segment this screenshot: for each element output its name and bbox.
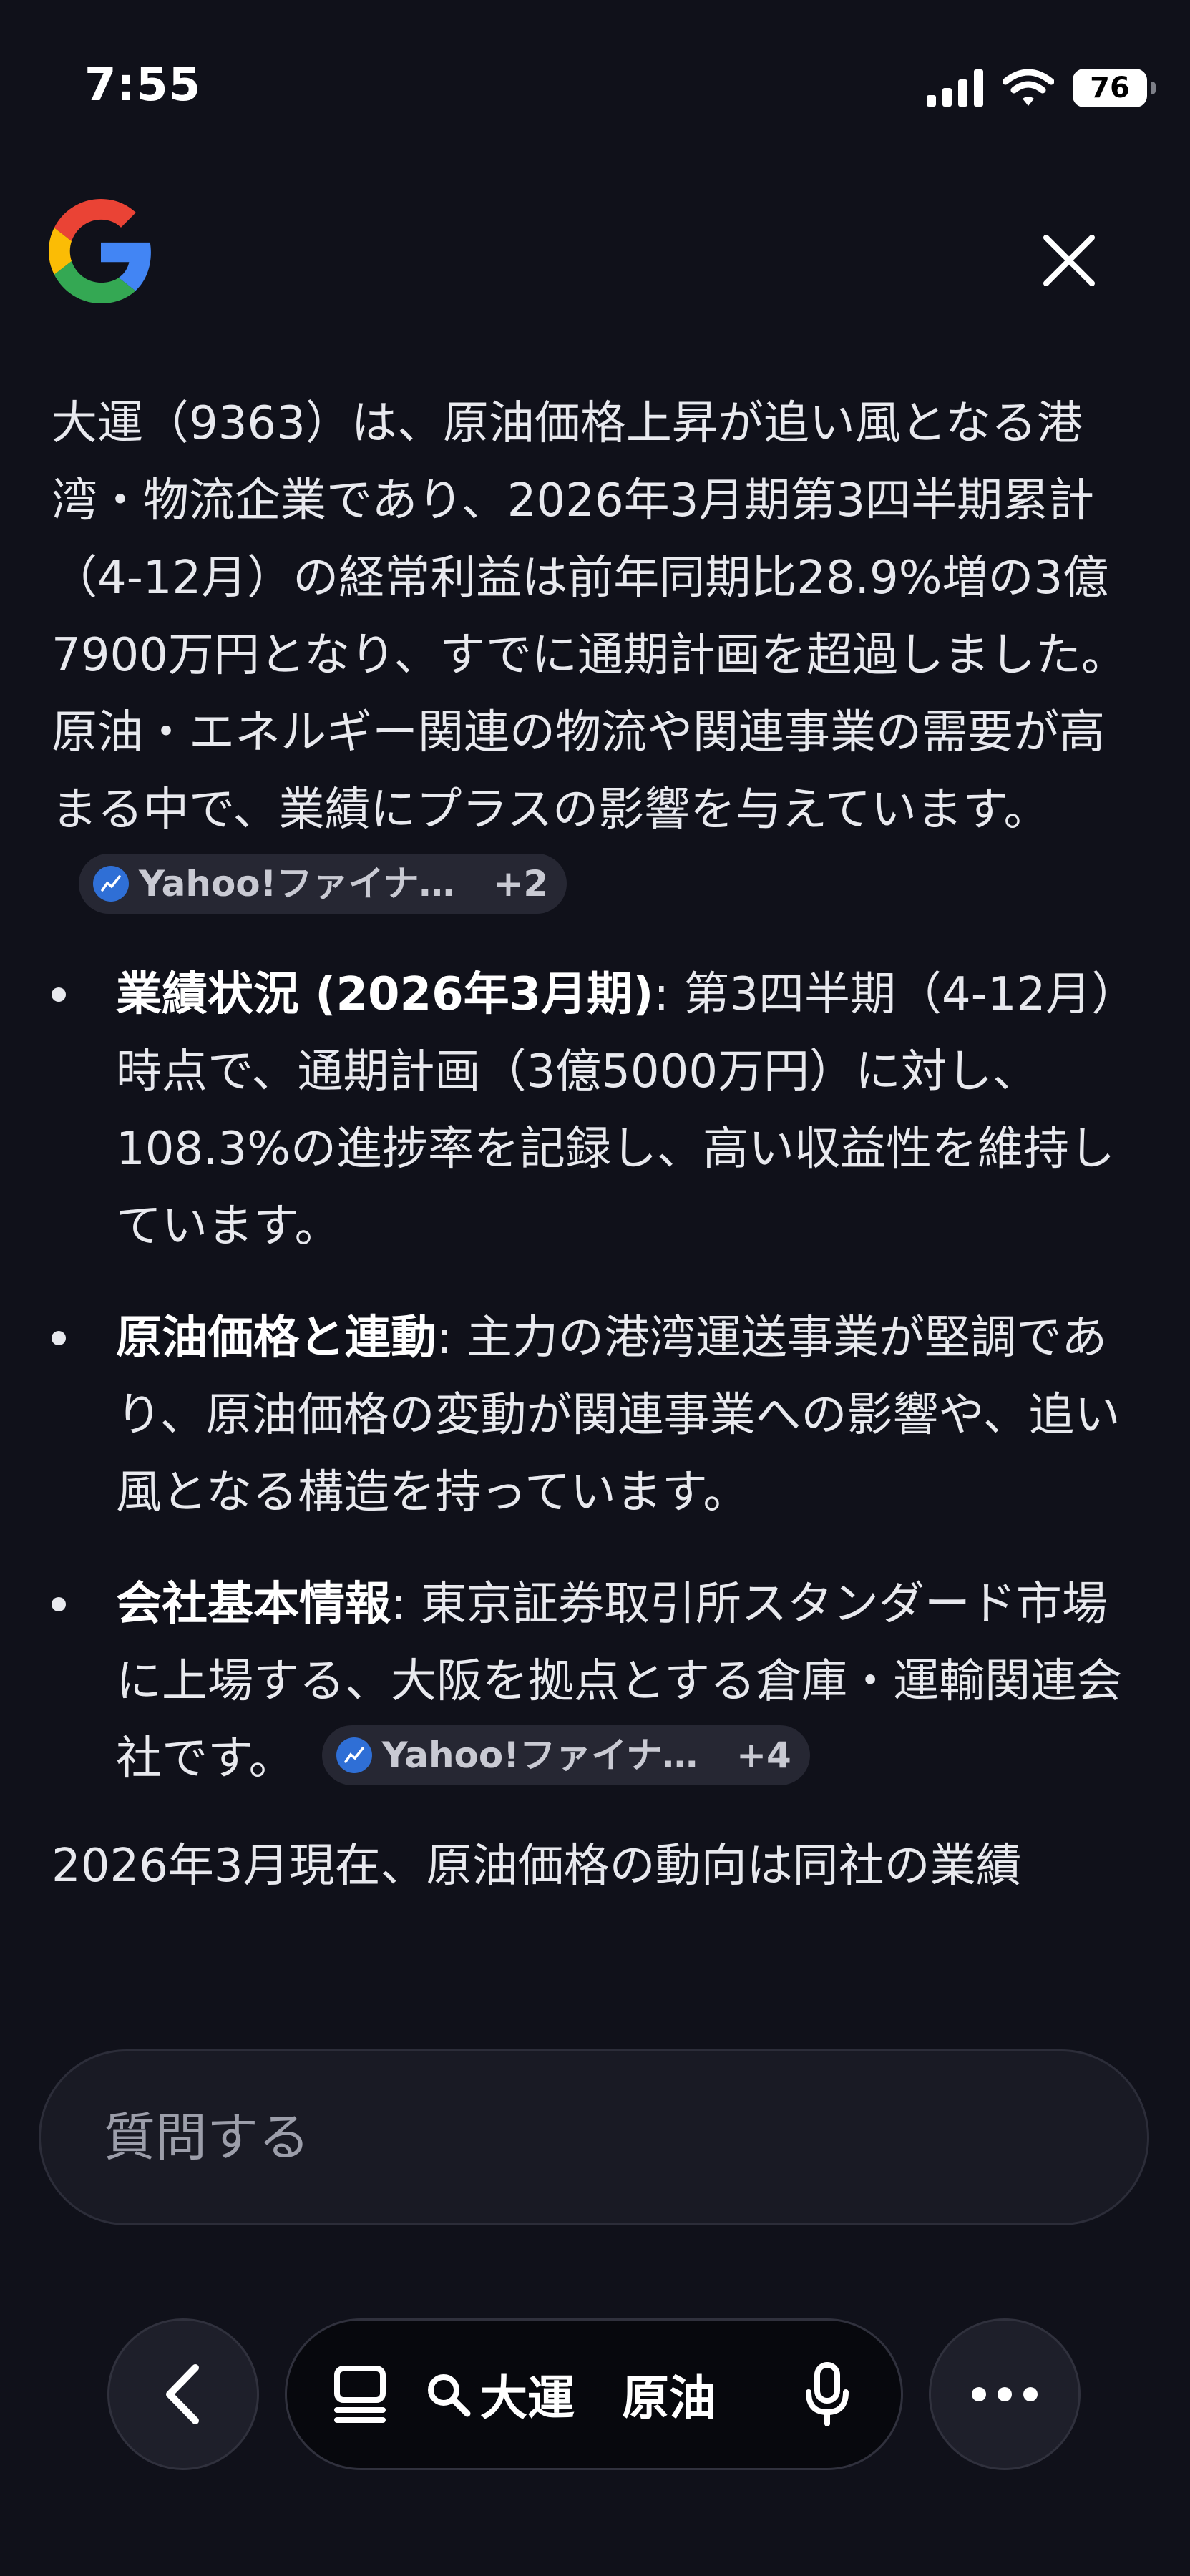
ai-answer-content: 大運（9363）は、原油価格上昇が追い風となる港湾・物流企業であり、2026年3… <box>52 385 1139 1988</box>
bullet-item-oil-price: 原油価格と連動: 主力の港湾運送事業が堅調であり、原油価格の変動が関連事業への影… <box>52 1299 1139 1531</box>
bullet-dot <box>52 987 66 1002</box>
battery-level: 76 <box>1090 72 1130 104</box>
answer-paragraph: 大運（9363）は、原油価格上昇が追い風となる港湾・物流企業であり、2026年3… <box>52 385 1139 926</box>
bullet-title: 業績状況 (2026年3月期) <box>116 968 654 1021</box>
bullet-title: 会社基本情報 <box>116 1578 391 1631</box>
status-bar: 7:55 76 <box>0 0 1190 172</box>
yahoo-finance-icon <box>93 866 129 902</box>
source-chip-count: +2 <box>493 863 549 905</box>
source-chip-label: Yahoo!ファイナ… <box>381 1735 698 1777</box>
more-options-button[interactable] <box>929 2318 1081 2470</box>
back-button[interactable] <box>107 2318 259 2470</box>
status-icons: 76 <box>927 64 1156 112</box>
search-query-text: 大運 原油 <box>480 2371 716 2426</box>
yahoo-finance-icon <box>336 1737 372 1774</box>
search-icon <box>428 2374 471 2417</box>
source-chip[interactable]: Yahoo!ファイナ… +4 <box>321 1725 810 1786</box>
search-query[interactable]: 大運 原油 <box>424 2360 805 2429</box>
close-button[interactable] <box>1030 222 1108 299</box>
bullet-dot <box>52 1331 66 1345</box>
tabs-icon[interactable] <box>333 2364 387 2424</box>
microphone-icon[interactable] <box>805 2362 849 2426</box>
ask-input-container[interactable] <box>39 2049 1149 2225</box>
status-time: 7:55 <box>84 59 202 112</box>
ask-input[interactable] <box>104 2107 1034 2167</box>
more-icon <box>972 2387 1038 2401</box>
trailing-paragraph: 2026年3月現在、原油価格の動向は同社の業績 <box>52 1840 1022 1893</box>
bullet-item-company-info: 会社基本情報: 東京証券取引所スタンダード市場に上場する、大阪を拠点とする倉庫・… <box>52 1566 1139 1797</box>
battery-icon: 76 <box>1073 69 1156 107</box>
search-pill[interactable]: 大運 原油 <box>285 2318 903 2470</box>
source-chip-count: +4 <box>736 1735 791 1777</box>
wifi-icon <box>1003 69 1054 106</box>
google-g-logo <box>49 199 151 303</box>
google-ai-answer-screen: 7:55 76 大運（9363）は、原油価格上昇が追い風となる港湾・物流企業であ… <box>0 0 1190 2576</box>
back-chevron-icon <box>166 2364 199 2424</box>
bullet-dot <box>52 1597 66 1611</box>
answer-bullet-list: 業績状況 (2026年3月期): 第3四半期（4-12月）時点で、通期計画（3億… <box>52 956 1139 1797</box>
close-icon <box>1043 235 1095 286</box>
source-chip-label: Yahoo!ファイナ… <box>139 863 455 905</box>
bullet-item-performance: 業績状況 (2026年3月期): 第3四半期（4-12月）時点で、通期計画（3億… <box>52 956 1139 1265</box>
answer-paragraph-text: 大運（9363）は、原油価格上昇が追い風となる港湾・物流企業であり、2026年3… <box>52 397 1128 836</box>
bottom-toolbar: 大運 原油 <box>0 2308 1190 2480</box>
bullet-title: 原油価格と連動 <box>116 1312 437 1365</box>
signal-icon <box>927 69 983 107</box>
source-chip[interactable]: Yahoo!ファイナ… +2 <box>79 854 567 914</box>
